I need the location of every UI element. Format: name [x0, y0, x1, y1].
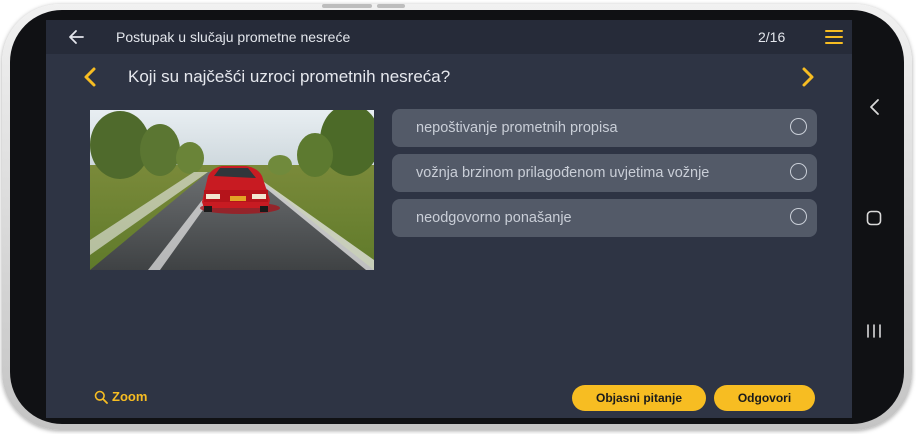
system-back-icon[interactable] [868, 98, 882, 116]
app-screen: Postupak u slučaju prometne nesreće 2/16… [46, 20, 852, 418]
zoom-label: Zoom [112, 389, 148, 404]
question-text: Koji su najčešći uzroci prometnih nesreć… [128, 67, 451, 86]
question-counter: 2/16 [758, 29, 786, 45]
answer-label: nepoštivanje prometnih propisa [416, 120, 618, 136]
arrow-left-icon[interactable] [66, 27, 86, 47]
radio-button[interactable] [790, 208, 807, 225]
car-crash-photo[interactable] [90, 110, 374, 270]
radio-button[interactable] [790, 163, 807, 180]
power-button [377, 4, 405, 8]
hamburger-menu-icon[interactable] [825, 30, 843, 44]
volume-button [322, 4, 372, 8]
answer-option-3[interactable]: neodgovorno ponašanje [392, 199, 817, 237]
answer-label: vožnja brzinom prilagođenom uvjetima vož… [416, 165, 710, 181]
answer-option-1[interactable]: nepoštivanje prometnih propisa [392, 109, 817, 147]
explain-question-button[interactable]: Objasni pitanje [572, 385, 706, 411]
answer-list: nepoštivanje prometnih propisa vožnja br… [392, 109, 817, 244]
radio-button[interactable] [790, 118, 807, 135]
answer-option-2[interactable]: vožnja brzinom prilagođenom uvjetima vož… [392, 154, 817, 192]
system-recents-icon[interactable] [866, 324, 882, 338]
magnifier-icon [94, 390, 108, 404]
answer-label: neodgovorno ponašanje [416, 210, 572, 226]
chevron-right-icon[interactable] [800, 66, 816, 88]
system-home-icon[interactable] [866, 210, 882, 226]
submit-answer-button[interactable]: Odgovori [714, 385, 815, 411]
app-bar: Postupak u slučaju prometne nesreće 2/16 [46, 20, 852, 54]
chevron-left-icon[interactable] [82, 66, 98, 88]
page-title: Postupak u slučaju prometne nesreće [116, 29, 351, 45]
